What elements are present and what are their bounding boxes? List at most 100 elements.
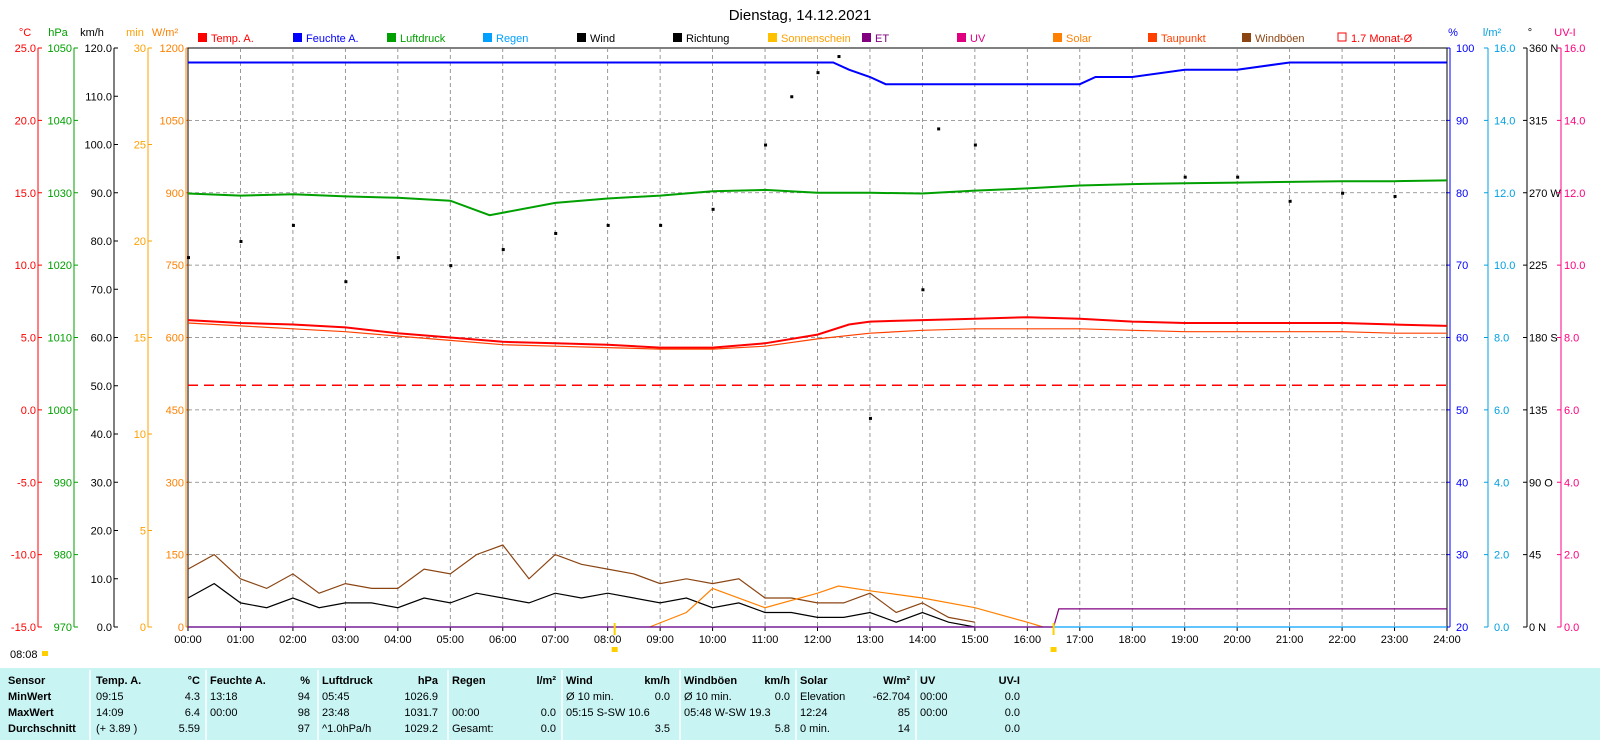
legend-label: Regen bbox=[496, 33, 528, 45]
axis-tick-label: -15.0 bbox=[11, 622, 36, 634]
axis-tick-label: 970 bbox=[54, 622, 72, 634]
table-cell: -62.704 bbox=[873, 691, 910, 703]
time-tick-label: 17:00 bbox=[1066, 634, 1094, 646]
axis-tick-label: 40 bbox=[1456, 477, 1468, 489]
time-tick-label: 12:00 bbox=[804, 634, 832, 646]
axis-tick-label: 45 bbox=[1529, 550, 1541, 562]
axis-tick-label: 60.0 bbox=[91, 333, 112, 345]
axis-tick-label: 60 bbox=[1456, 333, 1468, 345]
table-cell: Ø 10 min. bbox=[684, 691, 732, 703]
table-header-cell: Windböen bbox=[684, 675, 737, 687]
axis-tick-label: 0 bbox=[178, 622, 184, 634]
series-richtung-point bbox=[501, 248, 505, 252]
table-cell: ^1.0hPa/h bbox=[322, 723, 371, 735]
table-cell: Gesamt: bbox=[452, 723, 494, 735]
table-header-cell: Temp. A. bbox=[96, 675, 141, 687]
table-cell: 85 bbox=[898, 707, 910, 719]
axis-tick-label: 0.0 bbox=[1564, 622, 1579, 634]
series-richtung-point bbox=[187, 256, 190, 260]
time-tick-label: 08:00 bbox=[594, 634, 622, 646]
table-cell: Elevation bbox=[800, 691, 845, 703]
time-tick-label: 21:00 bbox=[1276, 634, 1304, 646]
axis-tick-label: 30 bbox=[134, 43, 146, 55]
table-cell: 1026.9 bbox=[404, 691, 438, 703]
axis-tick-label: -5.0 bbox=[17, 477, 36, 489]
axis-tick-label: 360 N bbox=[1529, 43, 1558, 55]
table-row-label: Durchschnitt bbox=[8, 723, 76, 735]
axis-tick-label: 80.0 bbox=[91, 236, 112, 248]
time-tick-label: 16:00 bbox=[1014, 634, 1042, 646]
table-header-cell: UV-I bbox=[999, 675, 1020, 687]
table-cell: 00:00 bbox=[920, 707, 948, 719]
legend-label: Sonnenschein bbox=[781, 33, 851, 45]
legend-swatch bbox=[768, 33, 777, 42]
axis-unit-min: min bbox=[126, 27, 144, 39]
legend-label: Taupunkt bbox=[1161, 33, 1206, 45]
axis-tick-label: 150 bbox=[166, 550, 184, 562]
legend-label: UV bbox=[970, 33, 986, 45]
axis-tick-label: 100 bbox=[1456, 43, 1474, 55]
axis-tick-label: 50 bbox=[1456, 405, 1468, 417]
axis-tick-label: 2.0 bbox=[1564, 550, 1579, 562]
axis-tick-label: 315 bbox=[1529, 115, 1547, 127]
sunrise-legend-dot bbox=[42, 651, 48, 656]
axis-tick-label: 135 bbox=[1529, 405, 1547, 417]
table-cell: 3.5 bbox=[655, 723, 670, 735]
table-cell: 0.0 bbox=[1005, 723, 1020, 735]
time-tick-label: 03:00 bbox=[332, 634, 360, 646]
series-richtung-point bbox=[396, 256, 400, 260]
legend-swatch bbox=[957, 33, 966, 42]
axis-tick-label: 4.0 bbox=[1494, 477, 1509, 489]
axis-tick-label: 12.0 bbox=[1494, 188, 1515, 200]
legend-swatch bbox=[1053, 33, 1062, 42]
series-richtung-point bbox=[1236, 175, 1240, 179]
table-cell: 0.0 bbox=[775, 691, 790, 703]
legend-swatch bbox=[483, 33, 492, 42]
axis-unit-pct: % bbox=[1448, 27, 1458, 39]
time-tick-label: 02:00 bbox=[279, 634, 307, 646]
weather-chart: Dienstag, 14.12.2021 Temp. A. Feuchte A. L… bbox=[0, 0, 1600, 740]
axis-tick-label: 1040 bbox=[48, 115, 72, 127]
series-richtung-point bbox=[239, 240, 243, 243]
axis-tick-label: 1030 bbox=[48, 188, 72, 200]
table-row-label: MaxWert bbox=[8, 707, 54, 719]
time-tick-label: 07:00 bbox=[541, 634, 569, 646]
series-richtung-point bbox=[659, 223, 663, 227]
axis-tick-label: 270 W bbox=[1529, 188, 1561, 200]
axis-tick-label: 8.0 bbox=[1494, 333, 1509, 345]
chart-title: Dienstag, 14.12.2021 bbox=[729, 7, 872, 24]
table-row-label: MinWert bbox=[8, 691, 52, 703]
axis-tick-label: 10 bbox=[134, 429, 146, 441]
series-richtung-point bbox=[921, 288, 925, 292]
table-cell: (+ 3.89 ) bbox=[96, 723, 137, 735]
time-tick-label: 22:00 bbox=[1328, 634, 1356, 646]
axis-tick-label: 5.0 bbox=[21, 333, 36, 345]
legend-swatch bbox=[1242, 33, 1251, 42]
axis-unit-uvi: UV-I bbox=[1554, 27, 1575, 39]
table-cell: 05:15 S-SW 10.6 bbox=[566, 707, 650, 719]
series-richtung-point bbox=[554, 231, 558, 235]
series-richtung-point bbox=[291, 223, 295, 227]
series-richtung-point bbox=[1183, 175, 1187, 179]
table-header-cell: km/h bbox=[764, 675, 790, 687]
axis-tick-label: 2.0 bbox=[1494, 550, 1509, 562]
table-header-cell: °C bbox=[188, 675, 200, 687]
legend-label: Feuchte A. bbox=[306, 33, 359, 45]
time-tick-label: 11:00 bbox=[752, 634, 779, 646]
legend-label: ET bbox=[875, 33, 889, 45]
time-tick-label: 04:00 bbox=[384, 634, 412, 646]
axis-tick-label: 6.0 bbox=[1564, 405, 1579, 417]
table-cell: 09:15 bbox=[96, 691, 124, 703]
axis-tick-label: 600 bbox=[166, 333, 184, 345]
table-cell: 4.3 bbox=[185, 691, 200, 703]
legend-swatch bbox=[293, 33, 302, 42]
legend-swatch bbox=[1148, 33, 1157, 42]
series-richtung-point bbox=[973, 143, 977, 147]
axis-tick-label: 90 O bbox=[1529, 477, 1553, 489]
axis-tick-label: 5 bbox=[140, 526, 146, 538]
time-tick-label: 10:00 bbox=[699, 634, 727, 646]
table-cell: 05:45 bbox=[322, 691, 350, 703]
axis-tick-label: 40.0 bbox=[91, 429, 112, 441]
axis-tick-label: 25 bbox=[134, 140, 146, 152]
axis-tick-label: 1050 bbox=[160, 115, 184, 127]
